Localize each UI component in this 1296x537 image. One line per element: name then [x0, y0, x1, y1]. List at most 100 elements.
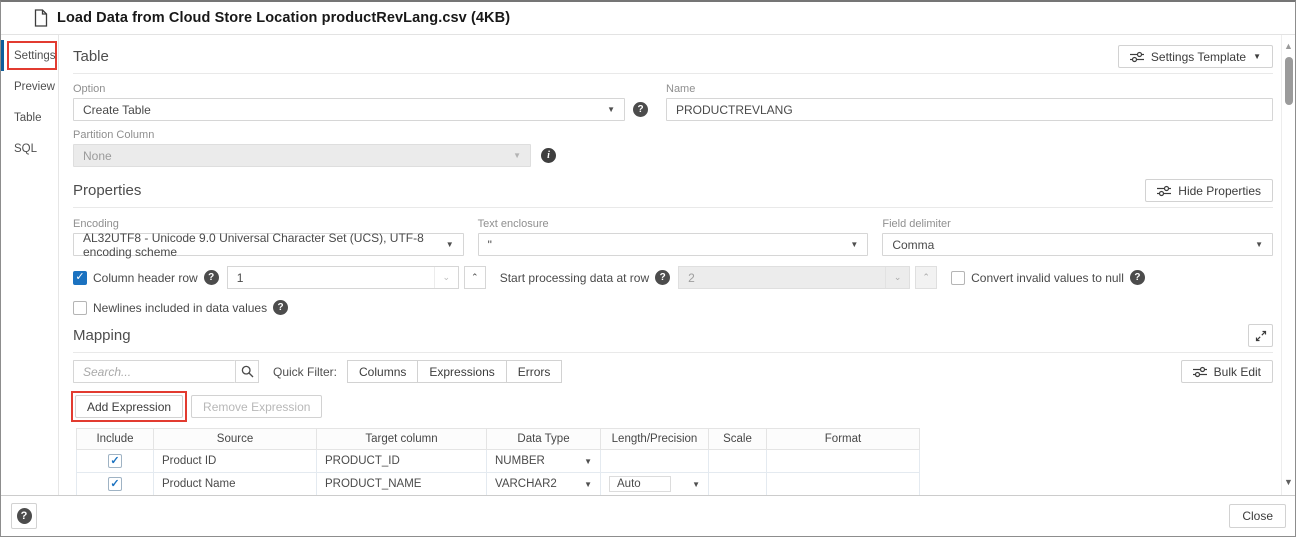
- col-header-data-type[interactable]: Data Type: [487, 429, 601, 450]
- newlines-checkbox[interactable]: [73, 301, 87, 315]
- sidebar: Settings Preview Table SQL: [1, 35, 58, 495]
- option-value: Create Table: [83, 103, 151, 117]
- filter-columns-button[interactable]: Columns: [347, 360, 418, 383]
- col-header-scale[interactable]: Scale: [709, 429, 767, 450]
- settings-panel: Table Settings Template ▼ Option: [58, 35, 1281, 495]
- chevron-down-icon: ▼: [692, 480, 700, 489]
- scroll-up-icon[interactable]: ▲: [1282, 41, 1295, 51]
- search-button[interactable]: [235, 360, 259, 383]
- bulk-edit-label: Bulk Edit: [1214, 365, 1261, 379]
- tab-preview-label: Preview: [14, 81, 55, 93]
- divider: [73, 73, 1273, 74]
- table-row: ✓ Product Name PRODUCT_NAME VARCHAR2▼ Au…: [77, 473, 920, 496]
- tab-sql-label: SQL: [14, 143, 37, 155]
- encoding-select[interactable]: AL32UTF8 - Unicode 9.0 Universal Charact…: [73, 233, 464, 256]
- include-checkbox[interactable]: ✓: [108, 454, 122, 468]
- start-processing-input: 2 ⌄: [678, 266, 910, 289]
- col-header-source[interactable]: Source: [154, 429, 317, 450]
- col-header-length-precision[interactable]: Length/Precision: [601, 429, 709, 450]
- option-label: Option: [73, 83, 648, 95]
- quick-filter-group: Columns Expressions Errors: [347, 360, 562, 383]
- format-cell[interactable]: [767, 473, 920, 496]
- chevron-down-icon: ▼: [513, 151, 521, 160]
- length-precision-cell[interactable]: [601, 450, 709, 473]
- include-checkbox[interactable]: ✓: [108, 477, 122, 491]
- quick-filter-label: Quick Filter:: [273, 365, 337, 379]
- tab-sql[interactable]: SQL: [1, 133, 58, 164]
- add-expression-button[interactable]: Add Expression: [75, 395, 183, 418]
- option-help-icon[interactable]: ?: [633, 102, 648, 117]
- bulk-edit-button[interactable]: Bulk Edit: [1181, 360, 1273, 383]
- tab-preview[interactable]: Preview: [1, 71, 58, 102]
- partition-column-value: None: [83, 149, 112, 163]
- scrollbar-thumb[interactable]: [1285, 57, 1293, 105]
- start-processing-help-icon[interactable]: ?: [655, 270, 670, 285]
- scale-cell[interactable]: [709, 450, 767, 473]
- name-input-wrap: [666, 98, 1273, 121]
- scroll-down-icon[interactable]: ▼: [1282, 477, 1295, 487]
- name-input[interactable]: [676, 103, 1263, 117]
- field-delimiter-value: Comma: [892, 238, 934, 252]
- expand-mapping-button[interactable]: [1248, 324, 1273, 347]
- search-input[interactable]: [83, 365, 226, 379]
- spinner-down-icon[interactable]: ⌄: [434, 267, 458, 288]
- source-cell: Product Name: [154, 473, 317, 496]
- partition-info-icon[interactable]: i: [541, 148, 556, 163]
- col-header-target-column[interactable]: Target column: [317, 429, 487, 450]
- length-precision-cell[interactable]: Auto ▼: [601, 473, 709, 496]
- column-header-row-input[interactable]: 1 ⌄: [227, 266, 459, 289]
- target-column-cell[interactable]: PRODUCT_ID: [317, 450, 487, 473]
- close-button[interactable]: Close: [1229, 504, 1286, 528]
- option-select[interactable]: Create Table ▼: [73, 98, 625, 121]
- convert-invalid-help-icon[interactable]: ?: [1130, 270, 1145, 285]
- help-button[interactable]: ?: [11, 503, 37, 529]
- vertical-scrollbar[interactable]: ▲ ▼: [1281, 35, 1295, 495]
- length-value: Auto: [609, 476, 671, 492]
- data-type-cell[interactable]: NUMBER ▼: [487, 450, 601, 473]
- help-icon: ?: [17, 508, 32, 524]
- data-type-cell[interactable]: VARCHAR2▼: [487, 473, 601, 496]
- chevron-down-icon: ▼: [1253, 52, 1261, 61]
- col-header-include[interactable]: Include: [77, 429, 154, 450]
- text-enclosure-value: ": [488, 238, 492, 252]
- hide-properties-button[interactable]: Hide Properties: [1145, 179, 1273, 202]
- source-cell: Product ID: [154, 450, 317, 473]
- tab-settings[interactable]: Settings: [1, 40, 58, 71]
- check-icon: ✓: [110, 456, 119, 467]
- filter-errors-button[interactable]: Errors: [506, 360, 563, 383]
- tab-table[interactable]: Table: [1, 102, 58, 133]
- column-header-row-help-icon[interactable]: ?: [204, 270, 219, 285]
- target-column-value: PRODUCT_ID: [325, 455, 400, 467]
- spinner-up-icon: ⌃: [915, 266, 937, 289]
- convert-invalid-label: Convert invalid values to null: [971, 271, 1124, 285]
- mapping-table: Include Source Target column Data Type L…: [76, 428, 920, 495]
- search-icon: [241, 365, 254, 378]
- sliders-icon: [1193, 366, 1207, 378]
- settings-template-label: Settings Template: [1151, 50, 1246, 64]
- divider: [73, 207, 1273, 208]
- name-label: Name: [666, 83, 1273, 95]
- text-enclosure-select[interactable]: " ▼: [478, 233, 869, 256]
- mapping-search: [73, 360, 259, 383]
- text-enclosure-label: Text enclosure: [478, 218, 869, 230]
- partition-column-label: Partition Column: [73, 129, 556, 141]
- field-delimiter-select[interactable]: Comma ▼: [882, 233, 1273, 256]
- settings-template-button[interactable]: Settings Template ▼: [1118, 45, 1273, 68]
- dialog-title: Load Data from Cloud Store Location prod…: [57, 10, 510, 26]
- expand-icon: [1255, 330, 1267, 342]
- target-column-cell[interactable]: PRODUCT_NAME: [317, 473, 487, 496]
- scale-cell[interactable]: [709, 473, 767, 496]
- start-processing-label: Start processing data at row: [500, 271, 649, 285]
- format-cell[interactable]: [767, 450, 920, 473]
- check-icon: ✓: [75, 272, 84, 283]
- newlines-help-icon[interactable]: ?: [273, 300, 288, 315]
- col-header-format[interactable]: Format: [767, 429, 920, 450]
- convert-invalid-checkbox[interactable]: [951, 271, 965, 285]
- data-type-value: NUMBER: [495, 455, 545, 467]
- sliders-icon: [1157, 185, 1171, 197]
- chevron-down-icon: ▼: [584, 457, 592, 466]
- column-header-row-checkbox[interactable]: ✓: [73, 271, 87, 285]
- remove-expression-button: Remove Expression: [191, 395, 322, 418]
- filter-expressions-button[interactable]: Expressions: [417, 360, 506, 383]
- spinner-up-icon[interactable]: ⌃: [464, 266, 486, 289]
